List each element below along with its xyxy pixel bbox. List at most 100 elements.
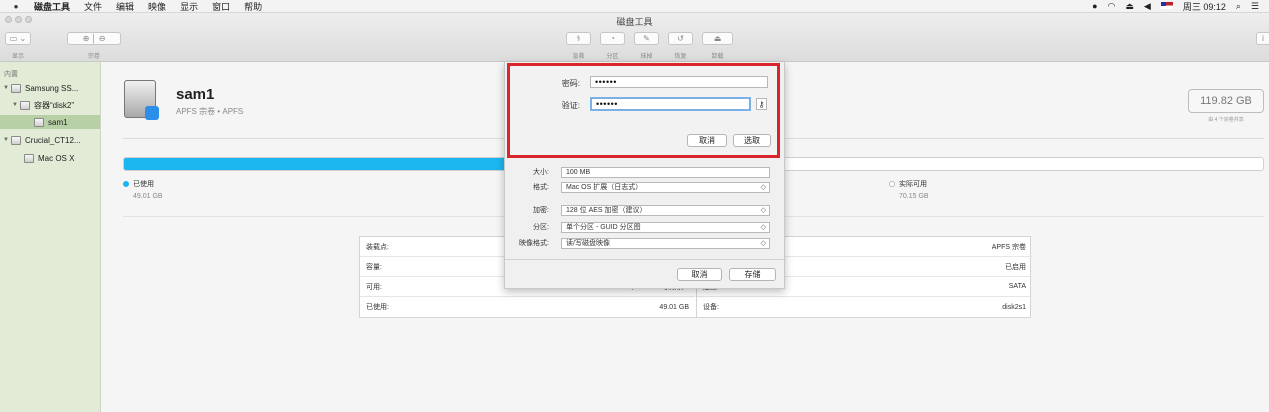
partition-icon: ◔	[610, 34, 615, 43]
disk-icon	[11, 83, 21, 93]
window-toolbar: 磁盘工具 ▭ ⌄ 显示 ⊕ │ ⊖ 宗卷 ⚕ 急救 ◔ 分区 ✎ 抹掉 ↺ 恢复…	[0, 13, 1269, 62]
erase-label: 抹掉	[640, 54, 653, 60]
info-label: 装载点:	[366, 243, 389, 251]
info-label: 设备:	[703, 304, 719, 311]
menubar-clock[interactable]: 周三 09:12	[1183, 0, 1226, 13]
volume-name: sam1	[176, 86, 215, 103]
eject-icon[interactable]: ⏏	[1125, 1, 1134, 12]
volume-add-remove-button[interactable]: ⊕ │ ⊖	[67, 32, 121, 45]
input-source-flag-icon[interactable]	[1160, 1, 1173, 11]
partition-button[interactable]: ◔	[600, 32, 625, 45]
partition-row: 分区: 单个分区 - GUID 分区图 ◇	[505, 221, 784, 233]
password-assistant-key-icon[interactable]: ⚷	[756, 98, 767, 110]
disclosure-triangle-icon[interactable]: ▼	[3, 137, 11, 143]
verify-field[interactable]: ••••••	[590, 97, 751, 111]
info-value: disk2s1	[1002, 303, 1026, 311]
volume-label: 宗卷	[87, 54, 100, 60]
sidebar-item-crucial[interactable]: ▼ Crucial_CT12...	[3, 133, 81, 147]
volume-icon[interactable]: ◀	[1144, 1, 1151, 12]
sidebar-item-macosx[interactable]: Mac OS X	[24, 151, 74, 165]
erase-button[interactable]: ✎	[634, 32, 659, 45]
encryption-select[interactable]: 128 位 AES 加密（建议） ◇	[561, 204, 770, 216]
qq-icon[interactable]: ●	[1092, 1, 1097, 11]
capacity-box: 119.82 GB	[1188, 89, 1264, 113]
info-label: 已使用:	[366, 304, 389, 311]
menu-image[interactable]: 映像	[148, 0, 166, 13]
erase-icon: ✎	[643, 34, 650, 43]
wifi-icon[interactable]: ◠	[1108, 1, 1116, 12]
sidebar-item-label: Crucial_CT12...	[25, 135, 81, 145]
menu-view[interactable]: 显示	[180, 0, 198, 13]
volume-subtitle: APFS 宗卷 • APFS	[176, 107, 244, 116]
legend-free-label: 实际可用	[899, 181, 927, 188]
menu-file[interactable]: 文件	[84, 0, 102, 13]
add-volume-icon: ⊕ │ ⊖	[82, 34, 106, 43]
image-format-label: 映像格式:	[519, 240, 549, 247]
select-arrows-icon: ◇	[760, 206, 766, 214]
image-format-row: 映像格式: 读/写磁盘映像 ◇	[505, 237, 784, 249]
sidebar-item-samsung[interactable]: ▼ Samsung SS...	[3, 81, 78, 95]
password-dialog: 密码: •••••• 验证: •••••• ⚷ 取消 选取	[507, 63, 780, 158]
info-value: 已启用	[1005, 263, 1026, 271]
status-area: ● ◠ ⏏ ◀ 周三 09:12 ⌕ ☰	[1092, 0, 1269, 12]
sidebar: 内置 ▼ Samsung SS... ▼ 容器“disk2” sam1 ▼ Cr…	[0, 62, 101, 412]
legend-used-label: 已使用	[133, 181, 154, 188]
format-row: 格式: Mac OS 扩展（日志式） ◇	[505, 181, 784, 193]
disclosure-triangle-icon[interactable]: ▼	[3, 85, 11, 91]
format-label: 格式:	[533, 184, 549, 191]
info-button[interactable]: i	[1256, 32, 1269, 45]
format-value: Mac OS 扩展（日志式）	[566, 184, 643, 191]
unmount-button[interactable]: ⏏	[702, 32, 733, 45]
sidebar-item-sam1[interactable]: sam1	[0, 115, 100, 129]
sidebar-item-label: sam1	[48, 117, 68, 127]
partition-select[interactable]: 单个分区 - GUID 分区图 ◇	[561, 221, 770, 233]
disk-icon	[11, 135, 21, 145]
notification-center-icon[interactable]: ☰	[1251, 1, 1259, 12]
password-field[interactable]: ••••••	[590, 76, 768, 88]
sheet-divider	[505, 259, 784, 260]
password-choose-button[interactable]: 选取	[733, 134, 771, 147]
menu-bar: ● 磁盘工具 文件 编辑 映像 显示 窗口 帮助 ● ◠ ⏏ ◀ 周三 09:1…	[0, 0, 1269, 13]
info-label: 可用:	[366, 283, 382, 291]
info-row: 设备: disk2s1	[697, 297, 1032, 317]
encryption-value: 128 位 AES 加密（建议）	[566, 207, 647, 214]
disclosure-triangle-icon[interactable]: ▼	[12, 102, 20, 108]
unmount-label: 卸载	[711, 54, 724, 60]
sidebar-item-container[interactable]: ▼ 容器“disk2”	[12, 98, 74, 112]
legend-used: 已使用	[123, 179, 154, 189]
select-arrows-icon: ◇	[760, 223, 766, 231]
view-button[interactable]: ▭ ⌄	[5, 32, 31, 45]
sidebar-section-internal: 内置	[4, 71, 18, 78]
first-aid-button[interactable]: ⚕	[566, 32, 591, 45]
restore-label: 恢复	[674, 54, 687, 60]
restore-button[interactable]: ↺	[668, 32, 693, 45]
format-select[interactable]: Mac OS 扩展（日志式） ◇	[561, 181, 770, 193]
info-label: 容量:	[366, 263, 382, 271]
encryption-row: 加密: 128 位 AES 加密（建议） ◇	[505, 204, 784, 216]
legend-used-value: 49.01 GB	[133, 193, 163, 200]
container-icon	[20, 100, 30, 110]
select-arrows-icon: ◇	[760, 183, 766, 191]
image-format-value: 读/写磁盘映像	[566, 240, 610, 247]
partition-value: 单个分区 - GUID 分区图	[566, 224, 641, 231]
password-cancel-button[interactable]: 取消	[687, 134, 727, 147]
info-value: SATA	[1008, 283, 1026, 290]
spotlight-icon[interactable]: ⌕	[1236, 1, 1241, 12]
menu-help[interactable]: 帮助	[244, 0, 262, 13]
sidebar-item-label: Mac OS X	[38, 153, 75, 163]
volume-icon	[34, 117, 44, 127]
menu-window[interactable]: 窗口	[212, 0, 230, 13]
apple-menu-icon[interactable]: ●	[10, 2, 22, 11]
menu-edit[interactable]: 编辑	[116, 0, 134, 13]
window-title: 磁盘工具	[616, 17, 653, 27]
image-format-select[interactable]: 读/写磁盘映像 ◇	[561, 237, 770, 249]
sheet-save-button[interactable]: 存储	[729, 268, 776, 281]
sheet-cancel-button[interactable]: 取消	[677, 268, 722, 281]
size-field[interactable]: 100 MB	[561, 166, 770, 178]
capacity-note: 由 4 个宗卷共享	[1208, 117, 1244, 123]
info-icon: i	[1262, 34, 1264, 43]
sidebar-item-label: 容器“disk2”	[34, 100, 75, 110]
menu-app[interactable]: 磁盘工具	[34, 0, 70, 13]
used-dot-icon	[123, 181, 129, 187]
size-row: 大小: 100 MB	[505, 166, 784, 178]
